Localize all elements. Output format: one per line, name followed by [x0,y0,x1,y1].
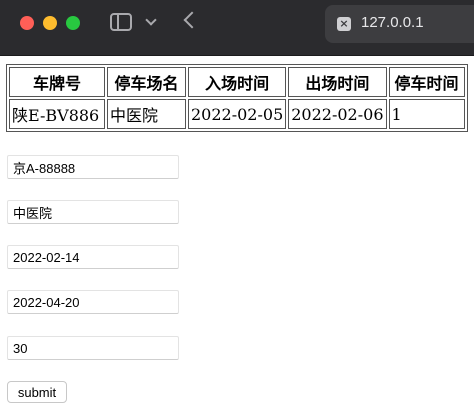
entry-time-input[interactable] [7,245,179,269]
close-icon[interactable]: × [337,17,351,31]
browser-toolbar: × 127.0.0.1 [0,0,474,56]
chevron-down-icon[interactable] [145,14,157,26]
minimize-window-button[interactable] [43,16,57,30]
zoom-window-button[interactable] [66,16,80,30]
column-header-lot: 停车场名 [107,67,186,97]
plate-input[interactable] [7,155,179,179]
cell-plate: 陕E-BV886 [9,99,105,129]
column-header-exit-time: 出场时间 [288,67,387,97]
tab-title: 127.0.0.1 [361,14,424,31]
cell-entry-time: 2022-02-05 [188,99,287,129]
submit-button[interactable]: submit [7,381,67,403]
parking-table: 车牌号 停车场名 入场时间 出场时间 停车时间 陕E-BV886 中医院 202… [6,64,468,132]
cell-duration: 1 [388,99,465,129]
column-header-duration: 停车时间 [388,67,465,97]
duration-input[interactable] [7,336,179,360]
close-window-button[interactable] [20,16,34,30]
cell-lot: 中医院 [107,99,186,129]
browser-tab[interactable]: × 127.0.0.1 [325,5,474,43]
back-arrow-icon[interactable] [183,11,201,29]
column-header-plate: 车牌号 [9,67,105,97]
cell-exit-time: 2022-02-06 [288,99,387,129]
table-header-row: 车牌号 停车场名 入场时间 出场时间 停车时间 [9,67,465,97]
table-row: 陕E-BV886 中医院 2022-02-05 2022-02-06 1 [9,99,465,129]
column-header-entry-time: 入场时间 [188,67,287,97]
sidebar-icon[interactable] [110,13,132,31]
exit-time-input[interactable] [7,290,179,314]
parking-lot-input[interactable] [7,200,179,224]
